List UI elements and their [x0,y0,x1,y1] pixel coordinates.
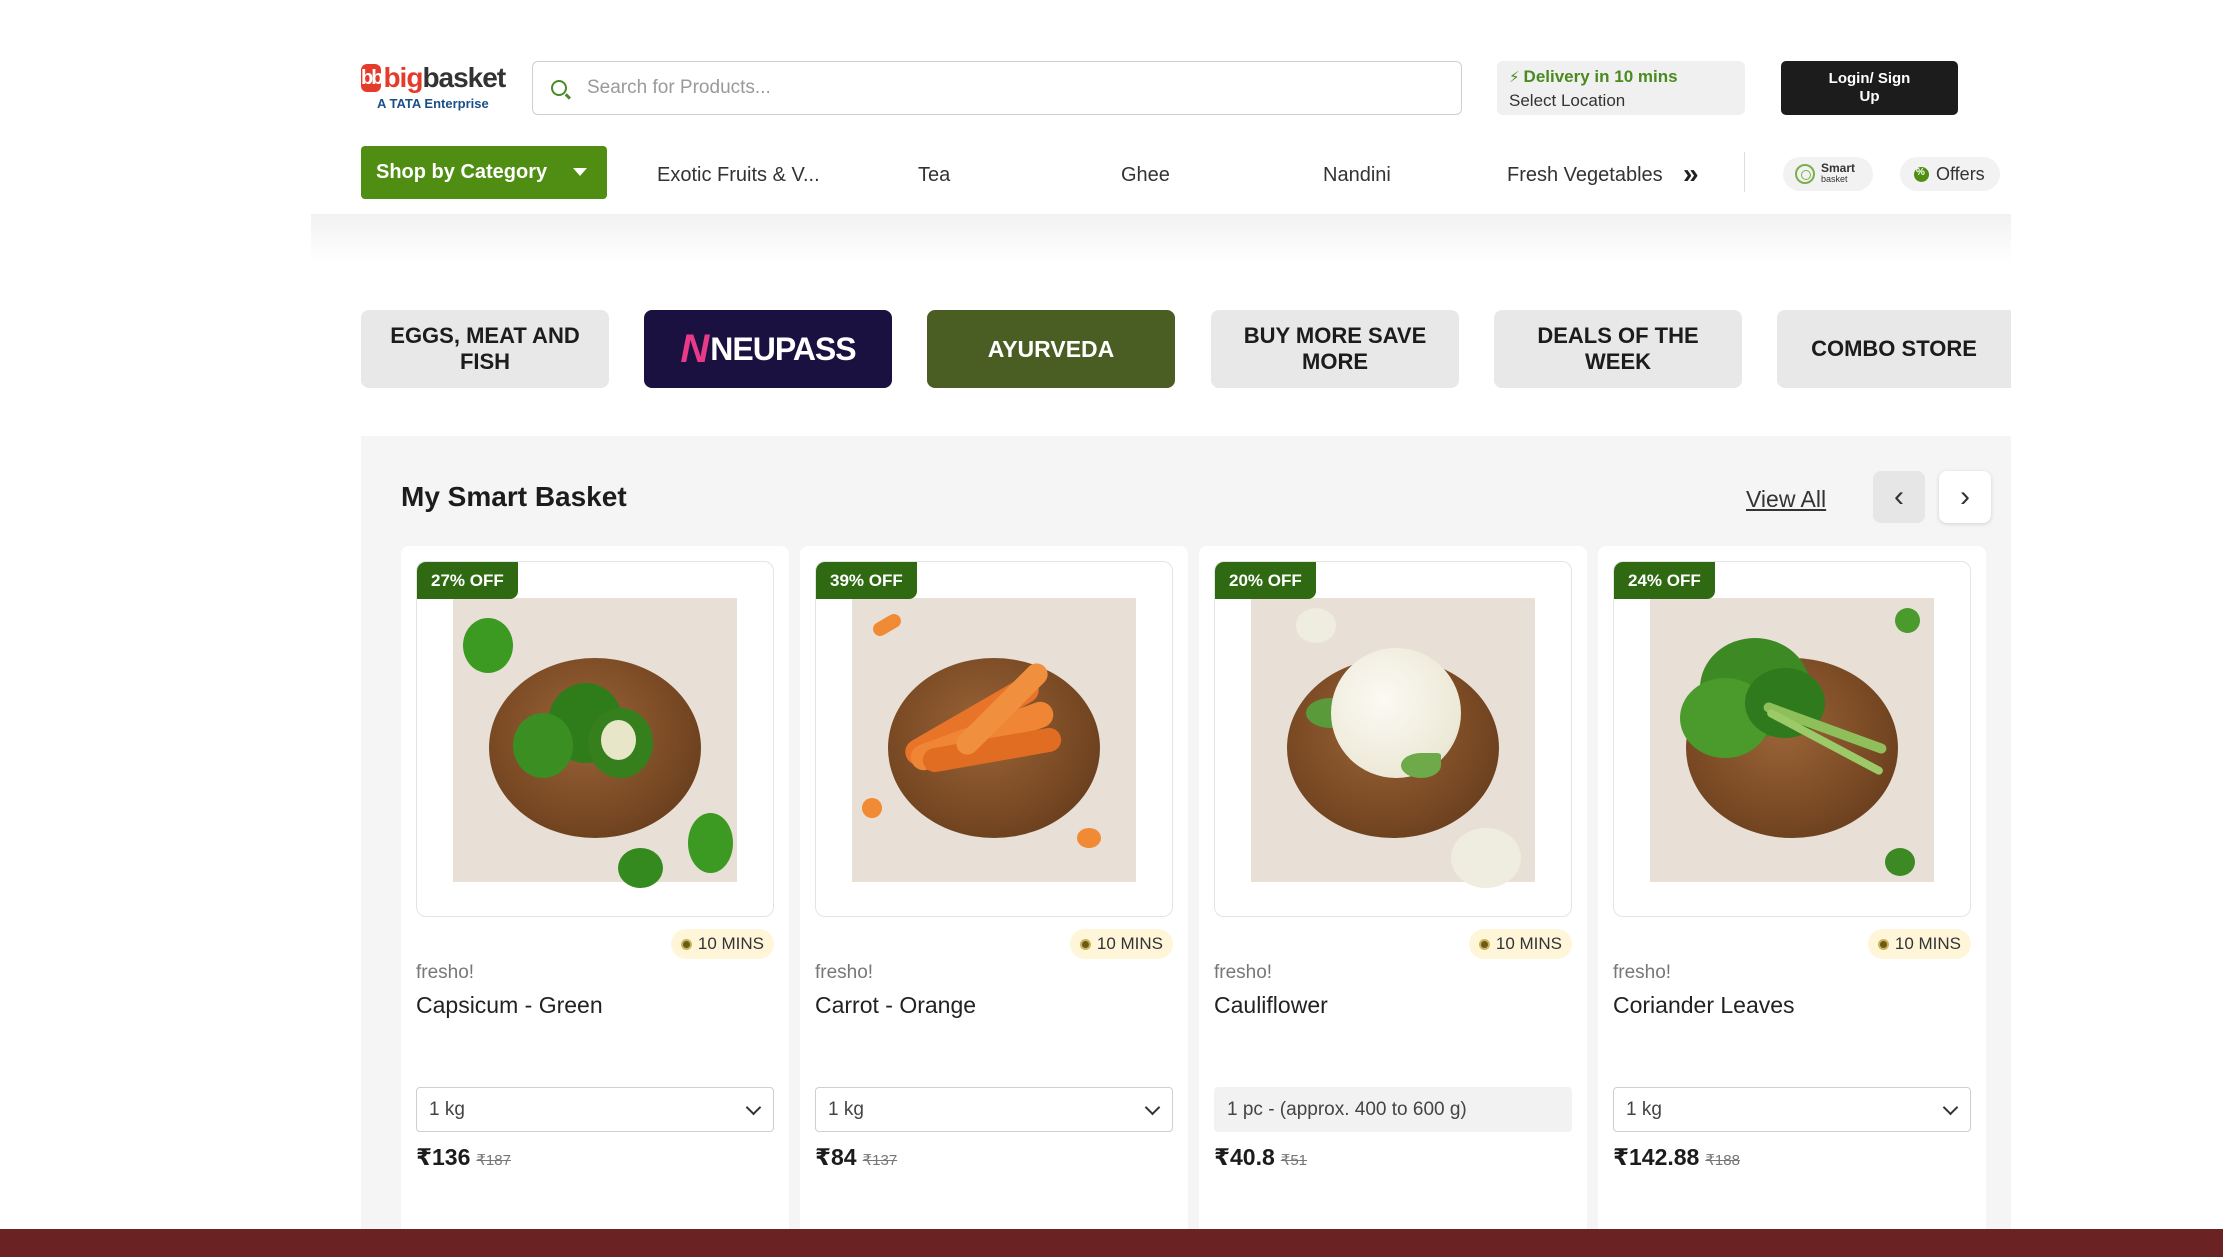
smart-basket-label: Smart [1821,161,1856,175]
quantity-dropdown[interactable]: 1 kg [815,1087,1173,1132]
quantity-label: 1 pc - (approx. 400 to 600 g) [1214,1087,1572,1132]
smart-basket-button[interactable]: Smart basket [1783,157,1873,191]
quantity-dropdown[interactable]: 1 kg [1613,1087,1971,1132]
product-brand: fresho! [1214,962,1273,983]
bigbasket-logo[interactable]: bb bigbasket A TATA Enterprise [361,62,506,114]
logo-big-text: big [383,62,423,93]
product-name[interactable]: Coriander Leaves [1613,992,1795,1019]
capsicum-image [453,598,737,888]
nav-item-ghee[interactable]: Ghee [1121,164,1170,187]
product-image-box[interactable]: 20% OFF [1214,561,1572,917]
product-image-box[interactable]: 27% OFF [416,561,774,917]
discount-badge: 39% OFF [816,562,917,599]
header-shadow [311,214,2011,264]
discount-badge: 24% OFF [1614,562,1715,599]
cauliflower-image [1251,598,1535,888]
product-brand: fresho! [1613,962,1672,983]
product-card[interactable]: 24% OFF 10 MINS fresho! Coriander Leaves… [1598,546,1986,1257]
product-card[interactable]: 39% OFF 10 MINS fresho! Carrot - Orange … [800,546,1188,1257]
bottom-banner-strip [0,1229,2223,1257]
nav-item-fresh-vegetables[interactable]: Fresh Vegetables [1507,164,1663,187]
smart-basket-section: My Smart Basket View All ‹ › 27% OFF 10 … [361,436,2011,1257]
tile-buy-more-save-more[interactable]: BUY MORE SAVE MORE [1211,310,1459,388]
search-icon [551,80,567,96]
shop-by-category-label: Shop by Category [376,161,548,183]
smart-basket-icon [1795,164,1815,184]
product-name[interactable]: Capsicum - Green [416,992,603,1019]
tile-eggs-meat-fish[interactable]: EGGS, MEAT AND FISH [361,310,609,388]
tile-combo-store[interactable]: COMBO STORE [1777,310,2011,388]
carousel-prev-button[interactable]: ‹ [1873,471,1925,523]
quantity-dropdown[interactable]: 1 kg [416,1087,774,1132]
product-card[interactable]: 20% OFF 10 MINS fresho! Cauliflower 1 pc… [1199,546,1587,1257]
product-mrp: ₹137 [862,1152,898,1169]
delivery-location-selector[interactable]: ⚡ Delivery in 10 mins Select Location [1497,61,1745,115]
product-name[interactable]: Carrot - Orange [815,992,976,1019]
product-image-box[interactable]: 39% OFF [815,561,1173,917]
product-brand: fresho! [416,962,475,983]
logo-subtitle: A TATA Enterprise [377,96,489,111]
tile-ayurveda[interactable]: AYURVEDA [927,310,1175,388]
clock-icon [1079,938,1091,950]
caret-down-icon [573,168,587,176]
shop-by-category-button[interactable]: Shop by Category [361,146,607,199]
product-mrp: ₹188 [1705,1152,1740,1169]
chevron-left-icon: ‹ [1894,480,1904,513]
carousel-next-button[interactable]: › [1939,471,1991,523]
discount-badge: 20% OFF [1215,562,1316,599]
delivery-time-badge: 10 MINS [1069,929,1173,959]
chevron-down-icon [1942,1099,1959,1116]
offers-button[interactable]: Offers [1900,157,2000,191]
page: bb bigbasket A TATA Enterprise ⚡Delivery… [0,0,2223,1257]
neupass-label: NEUPASS [710,331,856,367]
tile-deals-of-the-week[interactable]: DEALS OF THE WEEK [1494,310,1742,388]
coriander-image [1650,598,1934,882]
nav-more-arrows-icon[interactable]: » [1683,158,1699,190]
product-price: ₹84 ₹137 [815,1144,898,1170]
nav-item-tea[interactable]: Tea [918,164,950,187]
nav-item-exotic-fruits[interactable]: Exotic Fruits & V... [657,164,820,187]
product-brand: fresho! [815,962,874,983]
product-card[interactable]: 27% OFF 10 MINS fresho! Capsicum - Green… [401,546,789,1257]
offers-label: Offers [1936,163,1985,184]
search-bar[interactable] [532,61,1462,115]
section-title: My Smart Basket [401,481,627,512]
delivery-eta-text: Delivery in 10 mins [1523,67,1678,86]
chevron-right-icon: › [1960,480,1970,513]
logo-mark-icon: bb [361,64,383,92]
product-price: ₹40.8 ₹51 [1214,1144,1308,1170]
login-signup-button[interactable]: Login/ Sign Up [1781,61,1958,115]
neupass-logo-icon: N [680,327,709,371]
product-mrp: ₹187 [476,1152,511,1169]
delivery-time-badge: 10 MINS [1468,929,1572,959]
product-image-box[interactable]: 24% OFF [1613,561,1971,917]
carrot-image [852,598,1136,882]
delivery-time-badge: 10 MINS [670,929,774,959]
nav-item-nandini[interactable]: Nandini [1323,164,1391,187]
select-location-text: Select Location [1509,91,1626,110]
clock-icon [1877,938,1889,950]
clock-icon [1478,938,1490,950]
tile-neupass[interactable]: N NEUPASS [644,310,892,388]
product-price: ₹142.88 ₹188 [1613,1144,1740,1170]
product-price: ₹136 ₹187 [416,1144,511,1170]
view-all-link[interactable]: View All [1746,486,1826,513]
delivery-time-badge: 10 MINS [1867,929,1971,959]
product-mrp: ₹51 [1280,1152,1308,1169]
lightning-bolt-icon: ⚡ [1509,69,1520,86]
nav-divider [1744,152,1745,192]
clock-icon [680,938,692,950]
smart-basket-sublabel: basket [1821,174,1848,184]
discount-badge: 27% OFF [417,562,518,599]
logo-basket-text: basket [422,62,506,93]
offer-percent-icon [1914,166,1929,182]
search-input[interactable] [587,77,1447,99]
chevron-down-icon [745,1099,762,1116]
chevron-down-icon [1144,1099,1161,1116]
product-name[interactable]: Cauliflower [1214,992,1328,1019]
